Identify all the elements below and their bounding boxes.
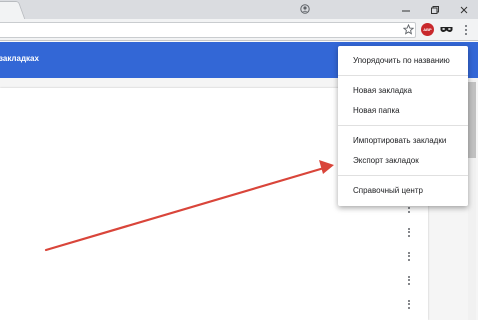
menu-icon[interactable]	[459, 22, 473, 37]
mask-icon[interactable]	[439, 23, 453, 36]
menu-item-new-folder[interactable]: Новая папка	[353, 106, 400, 115]
row-menu-icon[interactable]	[404, 274, 414, 286]
menu-divider	[338, 175, 468, 176]
page-title: закладках	[0, 54, 39, 63]
menu-divider	[338, 125, 468, 126]
restore-icon[interactable]	[421, 0, 449, 19]
menu-item-sort-by-name[interactable]: Упорядочить по названию	[353, 56, 450, 65]
menu-item-import-bookmarks[interactable]: Импортировать закладки	[353, 136, 446, 145]
organize-menu: Упорядочить по названию Новая закладка Н…	[338, 46, 468, 206]
browser-tab[interactable]	[0, 1, 26, 19]
menu-divider	[338, 75, 468, 76]
star-icon[interactable]	[401, 22, 415, 36]
close-icon[interactable]	[450, 0, 478, 19]
scrollbar-thumb[interactable]	[468, 82, 476, 158]
row-menu-icon[interactable]	[404, 226, 414, 238]
row-menu-icon[interactable]	[404, 250, 414, 262]
profile-icon[interactable]	[299, 3, 311, 15]
row-menu-icon[interactable]	[404, 298, 414, 310]
adblock-label: ABP	[423, 27, 432, 32]
menu-item-export-bookmarks[interactable]: Экспорт закладок	[353, 156, 419, 165]
menu-item-help-center[interactable]: Справочный центр	[353, 186, 423, 195]
menu-item-new-bookmark[interactable]: Новая закладка	[353, 86, 412, 95]
adblock-icon[interactable]: ABP	[421, 23, 434, 36]
minimize-icon[interactable]	[392, 0, 420, 19]
address-bar[interactable]	[0, 22, 416, 38]
